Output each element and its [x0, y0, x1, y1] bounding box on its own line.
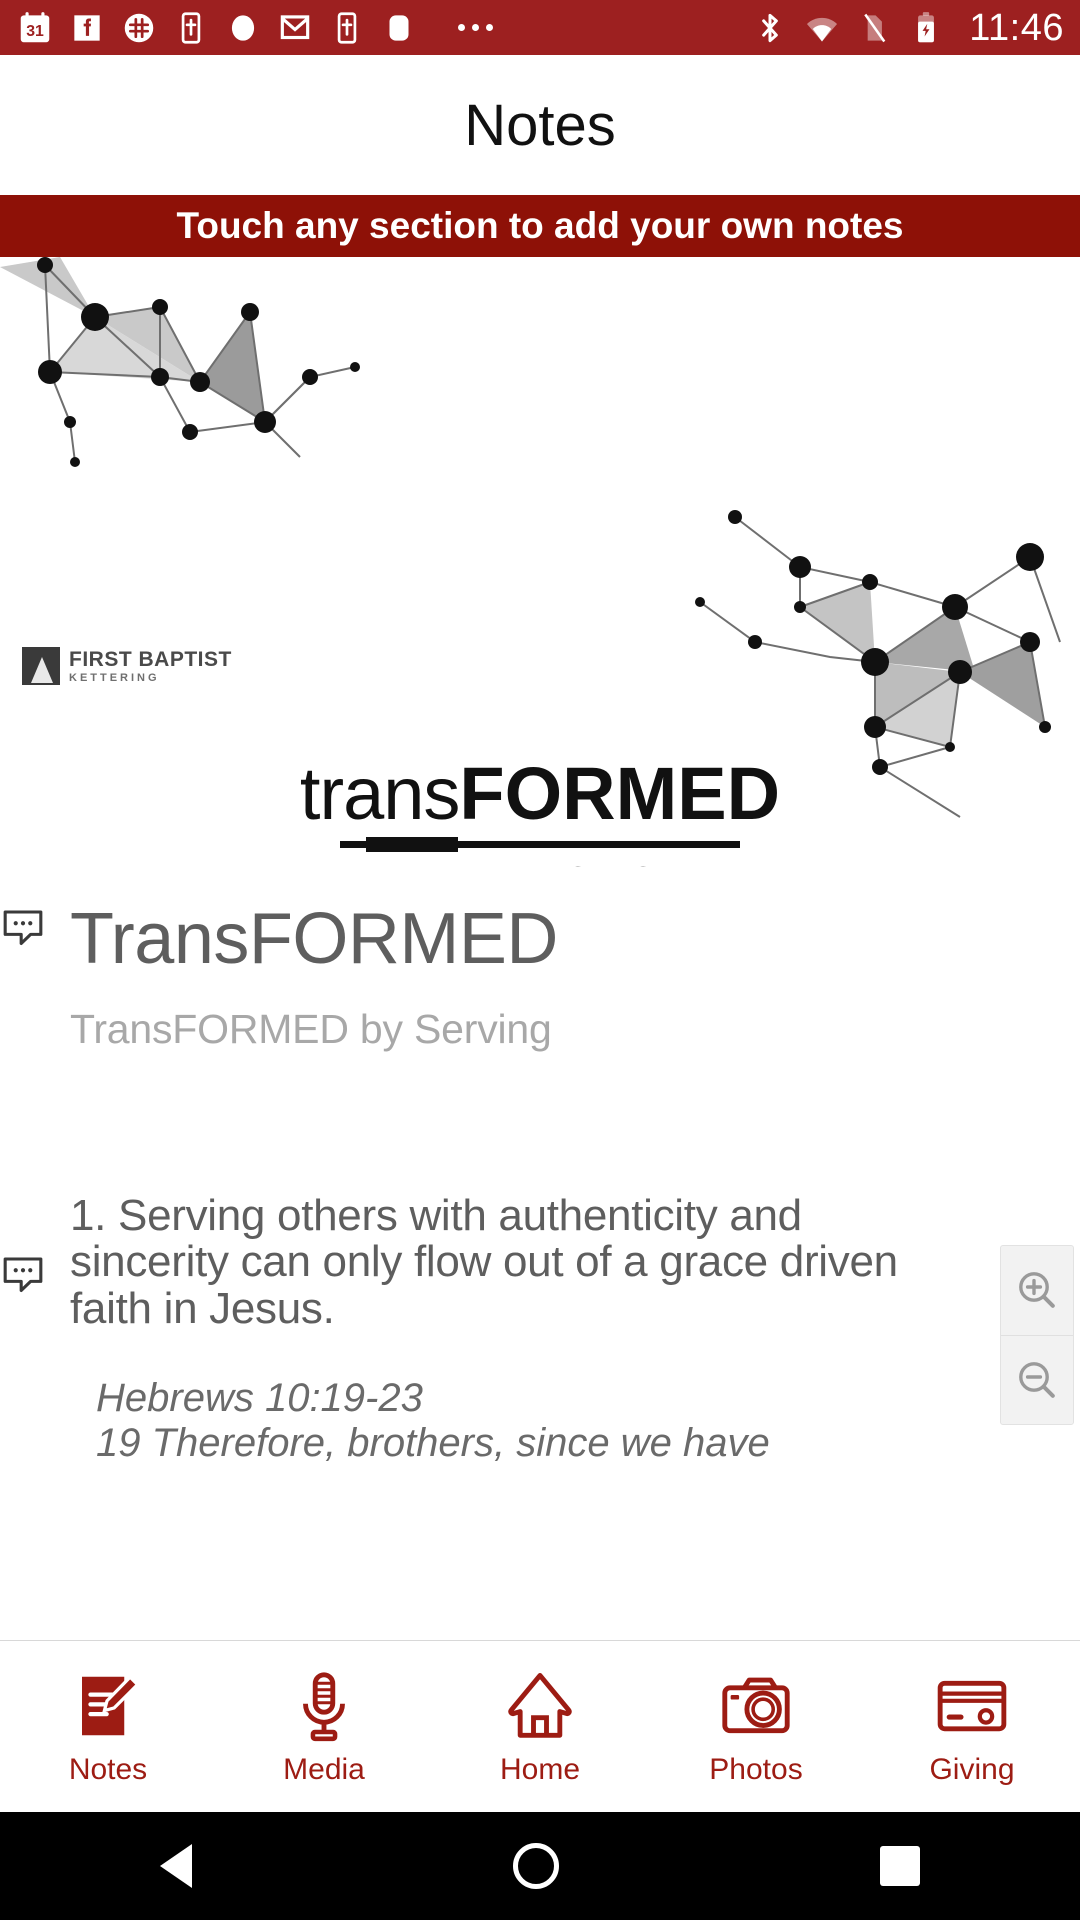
rounded-square-app-icon — [389, 14, 409, 41]
camera-icon — [722, 1677, 790, 1733]
bible-app-icon-2 — [337, 11, 357, 44]
status-bar: 31 11:46 — [0, 0, 1080, 55]
nav-label-photos: Photos — [709, 1752, 803, 1786]
back-triangle-icon[interactable] — [160, 1844, 193, 1888]
church-name: FIRST BAPTIST — [69, 647, 232, 671]
circle-app-icon — [231, 14, 255, 41]
gmail-icon — [280, 14, 310, 39]
home-circle-icon[interactable] — [512, 1843, 559, 1889]
church-logo-text: FIRST BAPTIST KETTERING — [69, 649, 232, 684]
note-section-point-text: 1. Serving others with authenticity and … — [46, 1190, 1080, 1466]
status-bar-system-icons: 11:46 — [751, 8, 1064, 48]
church-logo: FIRST BAPTIST KETTERING — [22, 647, 232, 685]
nav-label-media: Media — [283, 1752, 365, 1786]
section-title: TransFORMED — [70, 899, 558, 979]
church-steeple-icon — [22, 647, 60, 685]
notice-banner: Touch any section to add your own notes — [0, 195, 1080, 257]
nav-item-giving[interactable]: Giving — [864, 1667, 1080, 1787]
notice-banner-text: Touch any section to add your own notes — [176, 205, 904, 246]
notes-pencil-icon — [82, 1674, 140, 1735]
note-bubble-icon — [3, 1257, 43, 1292]
nav-item-photos[interactable]: Photos — [648, 1667, 864, 1787]
nav-item-media[interactable]: Media — [216, 1667, 432, 1787]
bluetooth-icon — [762, 13, 779, 42]
no-sim-icon — [864, 13, 886, 42]
zoom-controls[interactable] — [1000, 1245, 1074, 1425]
recents-square-icon[interactable] — [879, 1846, 920, 1886]
home-icon — [508, 1672, 572, 1738]
scripture-verse: 19 Therefore, brothers, since we have — [96, 1421, 770, 1466]
app-screen: 31 11:46 Notes Touch any section to add … — [0, 0, 1080, 1920]
nav-label-giving: Giving — [929, 1752, 1015, 1786]
notes-content: TransFORMED TransFORMED by Serving 1. Se… — [0, 880, 1080, 1640]
scripture-reference: Hebrews 10:19-23 — [96, 1376, 423, 1421]
status-bar-overflow — [418, 24, 751, 31]
status-bar-notification-icons: 31 — [16, 8, 418, 48]
status-bar-clock: 11:46 — [969, 6, 1064, 49]
svg-text:31: 31 — [26, 22, 44, 39]
bottom-navigation: Notes Media Home Photos Giving — [0, 1640, 1080, 1812]
church-city: KETTERING — [69, 671, 160, 684]
zoom-in-icon — [1019, 1272, 1055, 1309]
note-section-heading[interactable]: TransFORMED TransFORMED by Serving — [0, 880, 1080, 1053]
zoom-in-button[interactable] — [1001, 1246, 1073, 1335]
slide-image[interactable]: transFORMED BY JESUS FIRST BAPTIST KETTE… — [0, 257, 1080, 867]
wifi-icon — [807, 17, 838, 41]
battery-charging-icon — [918, 11, 935, 42]
scripture-block: Hebrews 10:19-23 19 Therefore, brothers,… — [70, 1376, 970, 1466]
android-system-bar — [0, 1812, 1080, 1920]
more-notifications-dots-icon — [458, 24, 493, 31]
facebook-icon — [74, 14, 100, 41]
section-subtitle: TransFORMED by Serving — [70, 1005, 552, 1052]
calendar-31-icon: 31 — [20, 11, 50, 42]
note-section-heading-text: TransFORMED TransFORMED by Serving — [46, 899, 558, 1053]
nav-label-home: Home — [499, 1752, 581, 1786]
nav-item-home[interactable]: Home — [432, 1667, 648, 1787]
bible-app-icon — [181, 11, 201, 44]
page-title: Notes — [464, 92, 616, 158]
note-section-point[interactable]: 1. Serving others with authenticity and … — [0, 1190, 1080, 1466]
app-title-bar: Notes — [0, 55, 1080, 195]
sermon-point: 1. Serving others with authenticity and … — [70, 1190, 898, 1333]
zoom-out-button[interactable] — [1001, 1334, 1073, 1425]
nav-item-notes[interactable]: Notes — [0, 1667, 216, 1787]
slack-icon — [124, 13, 154, 42]
zoom-out-icon — [1019, 1361, 1055, 1398]
note-bubble-icon — [3, 910, 43, 945]
microphone-icon — [303, 1671, 345, 1741]
credit-card-icon — [937, 1680, 1007, 1731]
nav-label-notes: Notes — [68, 1752, 148, 1786]
network-graphic — [0, 257, 1061, 818]
